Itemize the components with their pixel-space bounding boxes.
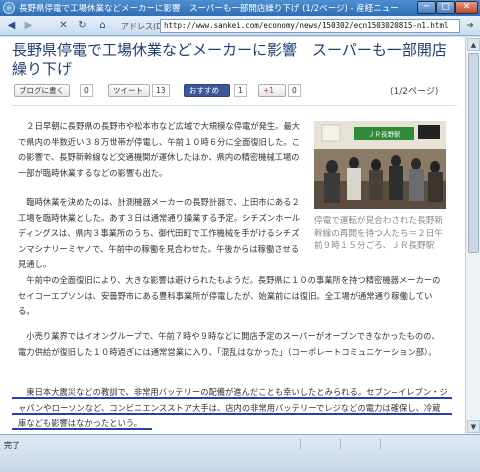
status-bar: 完了 xyxy=(0,434,480,472)
highlight-underline xyxy=(12,428,152,430)
article-paragraph-5: 東日本大震災などの教訓で、非常用バッテリーの配備が進んだことも幸いしたとみられる… xyxy=(18,387,448,428)
scroll-thumb[interactable] xyxy=(468,53,479,253)
refresh-icon[interactable]: ↻ xyxy=(75,19,90,33)
maximize-button[interactable]: □ xyxy=(436,1,455,14)
article-paragraph-4: 小売り業界ではイオングループで、午前７時や９時などに開店予定のスーパーがオープン… xyxy=(18,331,440,357)
hatena-blog-button[interactable]: ブログに書く xyxy=(14,84,70,97)
tweet-count: 13 xyxy=(152,84,170,97)
photo-caption: 停電で運転が見合わされた長野新幹線の再開を待つ人たち＝２日午前９時１５分ごろ、Ｊ… xyxy=(314,216,443,251)
google-plus-count: 0 xyxy=(288,84,301,97)
home-icon[interactable]: ⌂ xyxy=(95,19,110,33)
title-bar: 長野県停電で工場休業などメーカーに影響 スーパーも一部開店繰り下げ (1/2ペー… xyxy=(0,0,480,16)
status-text: 完了 xyxy=(4,441,20,450)
go-icon[interactable]: ➜ xyxy=(463,19,477,33)
status-divider xyxy=(300,439,301,450)
forward-icon[interactable]: ▶ xyxy=(21,19,36,33)
scroll-up-icon[interactable]: ▲ xyxy=(467,38,480,51)
browser-toolbar: ◀ ▶ ✕ ↻ ⌂ アドレス(D) http://www.sankei.com/… xyxy=(0,16,480,36)
window-title: 長野県停電で工場休業などメーカーに影響 スーパーも一部開店繰り下げ (1/2ペー… xyxy=(19,4,399,14)
hatena-count: 0 xyxy=(80,84,93,97)
page-indicator: (1/2ページ) xyxy=(390,87,439,97)
browser-icon xyxy=(3,2,15,14)
divider xyxy=(12,105,457,106)
station-sign-text: ＪＲ長野駅 xyxy=(368,131,401,139)
page-content: 長野県停電で工場休業などメーカーに影響 スーパーも一部開店繰り下げ ブログに書く… xyxy=(0,37,465,434)
station-crowd-image: ＪＲ長野駅 xyxy=(314,121,446,209)
close-button[interactable]: ✕ xyxy=(455,1,478,14)
article-paragraph-1: ２日早朝に長野県の長野市や松本市など広域で大規模な停電が発生。最大で県内の半数近… xyxy=(18,121,301,178)
highlight-underline xyxy=(12,397,452,399)
article-photo[interactable]: ＪＲ長野駅 xyxy=(314,121,446,209)
stop-icon[interactable]: ✕ xyxy=(56,19,71,33)
minimize-button[interactable]: ─ xyxy=(417,1,436,14)
facebook-count: 1 xyxy=(234,84,247,97)
highlight-underline xyxy=(12,413,452,415)
tweet-button[interactable]: ツイート xyxy=(108,84,150,97)
facebook-recommend-button[interactable]: おすすめ xyxy=(184,84,230,97)
article-paragraph-2: 臨時休業を決めたのは、計測機器メーカーの長野計器で、上田市にある２工場を臨時休業… xyxy=(18,197,301,269)
google-plus-button[interactable]: +1 xyxy=(258,84,286,97)
vertical-scrollbar[interactable]: ▲ ▼ xyxy=(465,37,480,434)
address-input[interactable]: http://www.sankei.com/economy/news/15030… xyxy=(160,19,460,33)
status-divider xyxy=(380,439,381,450)
article-paragraph-3: 午前中の全面復旧により、大きな影響は避けられたもようだ。長野県に１０の事業所を持… xyxy=(18,275,441,316)
back-icon[interactable]: ◀ xyxy=(4,19,19,33)
scroll-down-icon[interactable]: ▼ xyxy=(467,420,480,433)
address-label: アドレス(D) xyxy=(121,22,166,31)
status-divider xyxy=(340,439,341,450)
article-headline: 長野県停電で工場休業などメーカーに影響 スーパーも一部開店繰り下げ xyxy=(12,41,447,78)
